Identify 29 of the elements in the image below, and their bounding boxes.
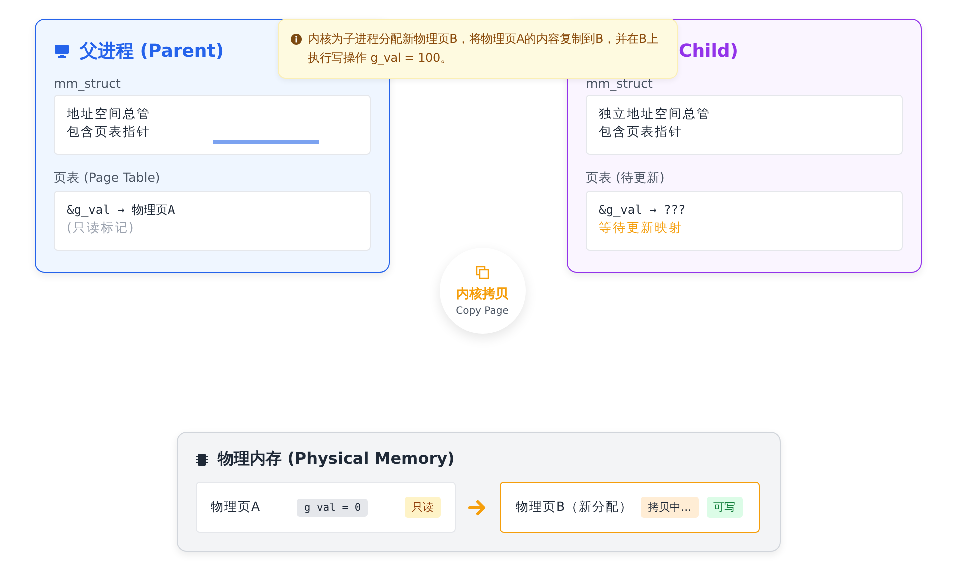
copy-title: 内核拷贝 <box>456 286 508 302</box>
info-text: 独立地址空间总管 <box>599 105 712 123</box>
section-label: mm_struct <box>586 76 654 91</box>
mapping-text: &g_val → ??? <box>599 202 687 219</box>
page-name: 物理页B（新分配） <box>516 499 634 516</box>
mapping-note: (只读标记) <box>67 219 136 237</box>
tooltip-text: 内核为子进程分配新物理页B，将物理页A的内容复制到B，并在B上执行写操作 g_val = 100。 <box>308 31 660 67</box>
mapping-note: 等待更新映射 <box>599 219 684 237</box>
mapping-text: &g_val → 物理页A <box>67 202 176 219</box>
info-icon <box>291 34 302 45</box>
section-label: 页表 (Page Table) <box>54 170 162 187</box>
page-tag: 拷贝中... <box>641 497 699 518</box>
chip-icon <box>196 452 208 466</box>
page-tag: 可写 <box>706 497 743 518</box>
page-name: 物理页A <box>211 499 261 516</box>
memory-title: 物理内存 (Physical Memory) <box>218 449 455 470</box>
page-tag: g_val = 0 <box>297 498 368 516</box>
monitor-icon <box>54 43 70 59</box>
page-tag: 只读 <box>405 497 441 518</box>
copy-icon <box>476 266 490 280</box>
section-label: mm_struct <box>54 76 122 91</box>
arrow-icon <box>468 498 488 516</box>
section-label: 页表 (待更新) <box>586 170 666 187</box>
process-title: Child) <box>679 40 738 62</box>
process-title: 父进程 (Parent) <box>80 40 224 63</box>
copy-subtitle: Copy Page <box>456 306 509 316</box>
info-text: 包含页表指针 <box>599 123 684 141</box>
info-text: 地址空间总管 <box>67 105 152 123</box>
info-text: 包含页表指针 <box>67 123 152 141</box>
